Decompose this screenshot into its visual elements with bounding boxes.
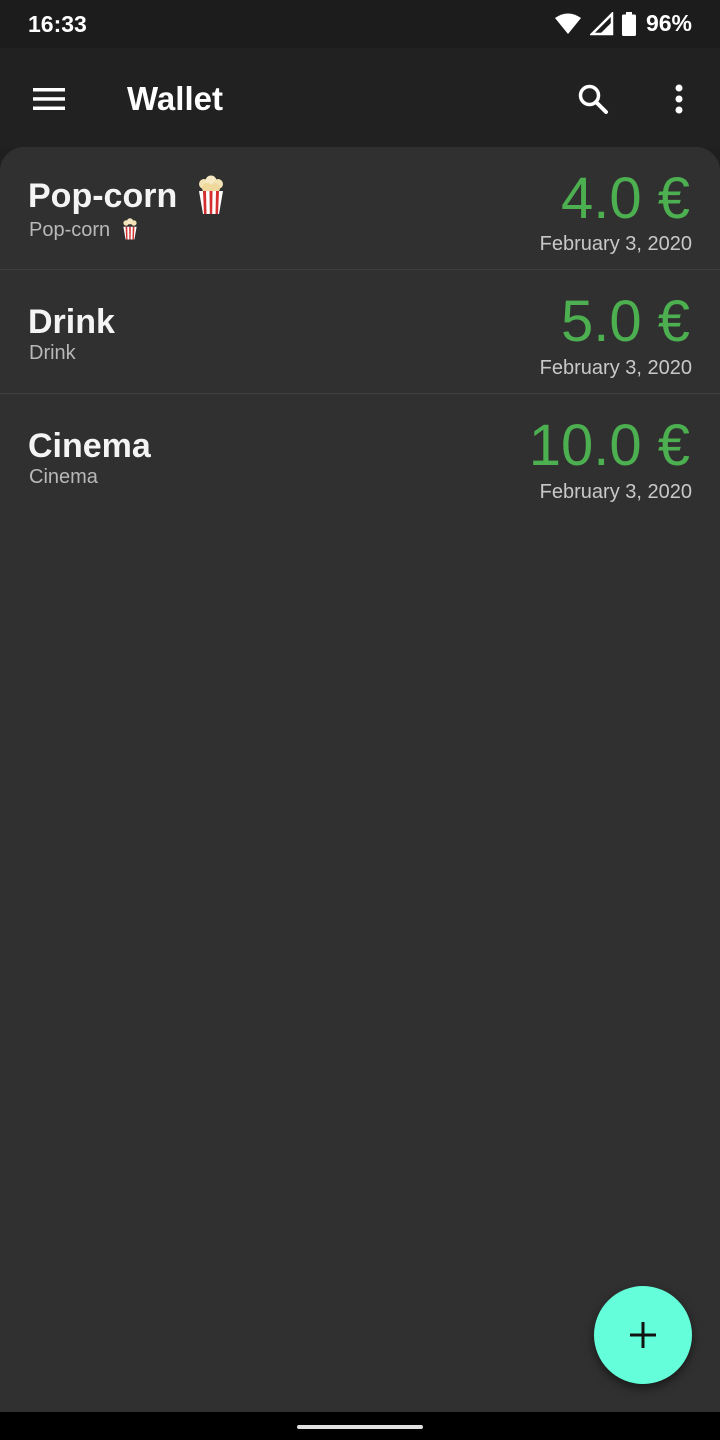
status-icons: 96% [554, 10, 692, 37]
transaction-row[interactable]: Drink Drink 5.0 € February 3, 2020 [0, 271, 720, 394]
transaction-amount: 10.0 € [528, 413, 690, 478]
transaction-title: Cinema [28, 427, 151, 465]
transaction-amount: 5.0 € [561, 289, 690, 354]
transaction-row[interactable]: Pop-corn Pop-corn 4.0 € February 3, 2020 [0, 147, 720, 270]
transaction-row[interactable]: Cinema Cinema 10.0 € February 3, 2020 [0, 395, 720, 518]
page-title: Wallet [127, 80, 223, 117]
transaction-date: February 3, 2020 [539, 233, 692, 255]
home-gesture-handle[interactable] [297, 1425, 423, 1429]
app-bar: Wallet [0, 48, 720, 148]
popcorn-icon [198, 175, 223, 215]
status-time: 16:33 [28, 11, 87, 37]
add-transaction-button[interactable] [594, 1286, 692, 1384]
popcorn-icon [123, 217, 137, 240]
battery-percent: 96% [645, 10, 692, 36]
transaction-title: Drink [28, 303, 115, 341]
transaction-date: February 3, 2020 [539, 481, 692, 503]
transaction-list: Pop-corn Pop-corn 4.0 € February 3, 2020… [0, 147, 720, 1412]
search-button[interactable] [568, 74, 618, 124]
cell-signal-icon [589, 11, 614, 35]
transaction-amount: 4.0 € [561, 166, 690, 231]
menu-button[interactable] [24, 74, 74, 124]
transaction-subtitle: Cinema [29, 466, 98, 488]
transaction-subtitle: Drink [29, 342, 76, 364]
transaction-title-text: Pop-corn [28, 177, 178, 215]
menu-icon [33, 88, 65, 110]
search-icon [578, 84, 608, 114]
transaction-subtitle: Pop-corn [29, 217, 138, 242]
transaction-subtitle-text: Pop-corn [29, 219, 111, 241]
wifi-icon [554, 13, 581, 34]
more-options-button[interactable] [654, 74, 704, 124]
plus-icon [630, 1322, 656, 1348]
battery-icon [621, 11, 636, 36]
transaction-title: Pop-corn [28, 175, 225, 216]
status-bar: 16:33 96% [0, 0, 720, 48]
transaction-date: February 3, 2020 [539, 357, 692, 379]
more-vert-icon [675, 84, 683, 114]
navigation-bar [0, 1412, 720, 1440]
